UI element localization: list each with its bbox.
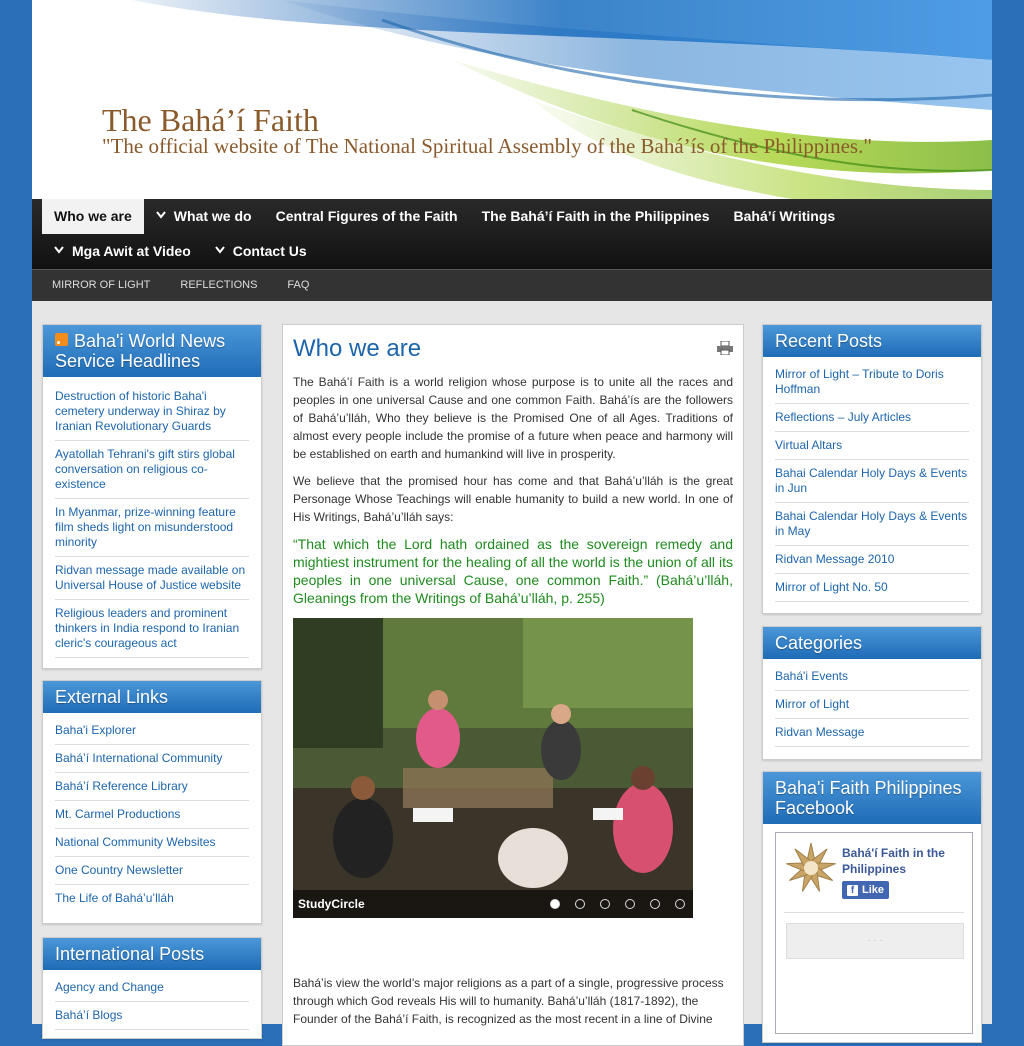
facebook-feed-placeholder: · · · [786, 923, 964, 959]
international-post-link[interactable]: Agency and Change [55, 974, 249, 1002]
chevron-down-icon [156, 199, 168, 234]
nav-label: Contact Us [232, 243, 307, 259]
facebook-like-button[interactable]: f Like [842, 881, 890, 899]
recent-post-link[interactable]: Reflections – July Articles [775, 404, 969, 432]
chevron-down-icon [54, 234, 66, 269]
recent-post-link[interactable]: Bahai Calendar Holy Days & Events in May [775, 503, 969, 546]
facebook-page-name[interactable]: Bahá'í Faith in the Philippines [842, 845, 966, 877]
widget-title: Categories [763, 627, 981, 659]
slide-caption-bar: StudyCircle [293, 890, 693, 918]
rss-icon[interactable] [55, 333, 68, 346]
loading-indicator: · · · [867, 935, 883, 946]
secondary-nav: MIRROR OF LIGHT REFLECTIONS FAQ [32, 269, 992, 301]
slide-dot[interactable] [600, 899, 610, 909]
header-swoosh-graphic [132, 0, 992, 199]
external-link[interactable]: National Community Websites [55, 829, 249, 857]
nav-central-figures[interactable]: Central Figures of the Faith [264, 199, 470, 234]
nav-label: What we do [173, 208, 252, 224]
recent-post-link[interactable]: Mirror of Light – Tribute to Doris Hoffm… [775, 361, 969, 404]
category-link[interactable]: Mirror of Light [775, 691, 969, 719]
news-link[interactable]: Destruction of historic Baha'i cemetery … [55, 383, 249, 441]
recent-post-link[interactable]: Ridvan Message 2010 [775, 546, 969, 574]
widget-title[interactable]: Baha'i World News Service Headlines [55, 331, 225, 371]
widget-title: Recent Posts [763, 325, 981, 357]
subnav-faq[interactable]: FAQ [277, 270, 319, 301]
nav-faith-philippines[interactable]: The Bahá’í Faith in the Philippines [470, 199, 722, 234]
nav-label: Central Figures of the Faith [275, 208, 458, 224]
news-link[interactable]: Ayatollah Tehrani's gift stirs global co… [55, 441, 249, 499]
nav-label: Mga Awit at Video [72, 243, 191, 259]
slide-caption: StudyCircle [298, 897, 365, 911]
chevron-down-icon [214, 234, 227, 269]
recent-post-link[interactable]: Bahai Calendar Holy Days & Events in Jun [775, 460, 969, 503]
intro-paragraph: The Bahá’í Faith is a world religion who… [293, 375, 733, 461]
nav-bahai-writings[interactable]: Bahá’í Writings [722, 199, 848, 234]
nav-contact-us[interactable]: Contact Us [203, 234, 319, 269]
recent-posts-widget: Recent Posts Mirror of Light – Tribute t… [762, 324, 982, 614]
page: The Bahá’í Faith "The official website o… [32, 0, 992, 1046]
site-tagline: "The official website of The National Sp… [102, 134, 872, 158]
external-links-widget: External Links Baha'i Explorer Bahá’í In… [42, 680, 262, 924]
photo-slideshow[interactable]: StudyCircle [293, 618, 693, 918]
external-link[interactable]: Mt. Carmel Productions [55, 801, 249, 829]
slide-dots [550, 899, 685, 909]
print-icon[interactable] [717, 340, 733, 356]
news-link[interactable]: Ridvan message made available on Univers… [55, 557, 249, 600]
slide-dot[interactable] [550, 899, 560, 909]
main-content: Who we are The Bahá’í Faith is a world r… [282, 324, 744, 1046]
slide-dot[interactable] [650, 899, 660, 909]
main-nav: Who we are What we do Central Figures of… [32, 199, 992, 269]
recent-post-link[interactable]: Mirror of Light No. 50 [775, 574, 969, 602]
external-link[interactable]: The Life of Bahá’u’lláh [55, 885, 249, 912]
divider [784, 912, 964, 913]
belief-paragraph: We believe that the promised hour has co… [293, 474, 733, 524]
facebook-f-icon: f [847, 885, 858, 896]
page-title: Who we are [293, 335, 422, 362]
subnav-reflections[interactable]: REFLECTIONS [170, 270, 267, 301]
external-link[interactable]: One Country Newsletter [55, 857, 249, 885]
news-link[interactable]: Religious leaders and prominent thinkers… [55, 600, 249, 658]
facebook-widget: Baha'i Faith Philippines Facebook Bahá'í… [762, 771, 982, 1043]
nav-label: The Bahá’í Faith in the Philippines [481, 208, 710, 224]
nav-label: Bahá’í Writings [733, 208, 836, 224]
nav-mga-awit[interactable]: Mga Awit at Video [42, 234, 203, 269]
nine-pointed-star-logo[interactable] [784, 841, 838, 895]
widget-title: International Posts [43, 938, 261, 970]
external-link[interactable]: Bahá’í International Community [55, 745, 249, 773]
facebook-page-box: Bahá'í Faith in the Philippines f Like · … [775, 832, 973, 1034]
external-link[interactable]: Bahá’í Reference Library [55, 773, 249, 801]
widget-header: Baha'i World News Service Headlines [43, 325, 261, 377]
nav-what-we-do[interactable]: What we do [144, 199, 264, 234]
news-link[interactable]: In Myanmar, prize-winning feature film s… [55, 499, 249, 557]
subnav-mirror-of-light[interactable]: MIRROR OF LIGHT [42, 270, 160, 301]
like-label: Like [862, 884, 885, 896]
slide-dot[interactable] [625, 899, 635, 909]
slide-dot[interactable] [575, 899, 585, 909]
news-widget: Baha'i World News Service Headlines Dest… [42, 324, 262, 669]
site-header: The Bahá’í Faith "The official website o… [32, 0, 992, 199]
nav-who-we-are[interactable]: Who we are [42, 199, 144, 234]
slide-dot[interactable] [675, 899, 685, 909]
external-link[interactable]: Baha'i Explorer [55, 717, 249, 745]
progressive-revelation-paragraph: Bahá’is view the world’s major religions… [293, 976, 724, 1026]
categories-widget: Categories Bahá'i Events Mirror of Light… [762, 626, 982, 760]
category-link[interactable]: Ridvan Message [775, 719, 969, 747]
quote-text: “That which the Lord hath ordained as th… [293, 536, 733, 606]
widget-title: Baha'i Faith Philippines Facebook [763, 772, 981, 824]
international-post-link[interactable]: Bahá’í Blogs [55, 1002, 249, 1030]
nav-label: Who we are [54, 208, 132, 224]
widget-title: External Links [43, 681, 261, 713]
category-link[interactable]: Bahá'i Events [775, 663, 969, 691]
study-circle-photo [293, 618, 693, 918]
recent-post-link[interactable]: Virtual Altars [775, 432, 969, 460]
